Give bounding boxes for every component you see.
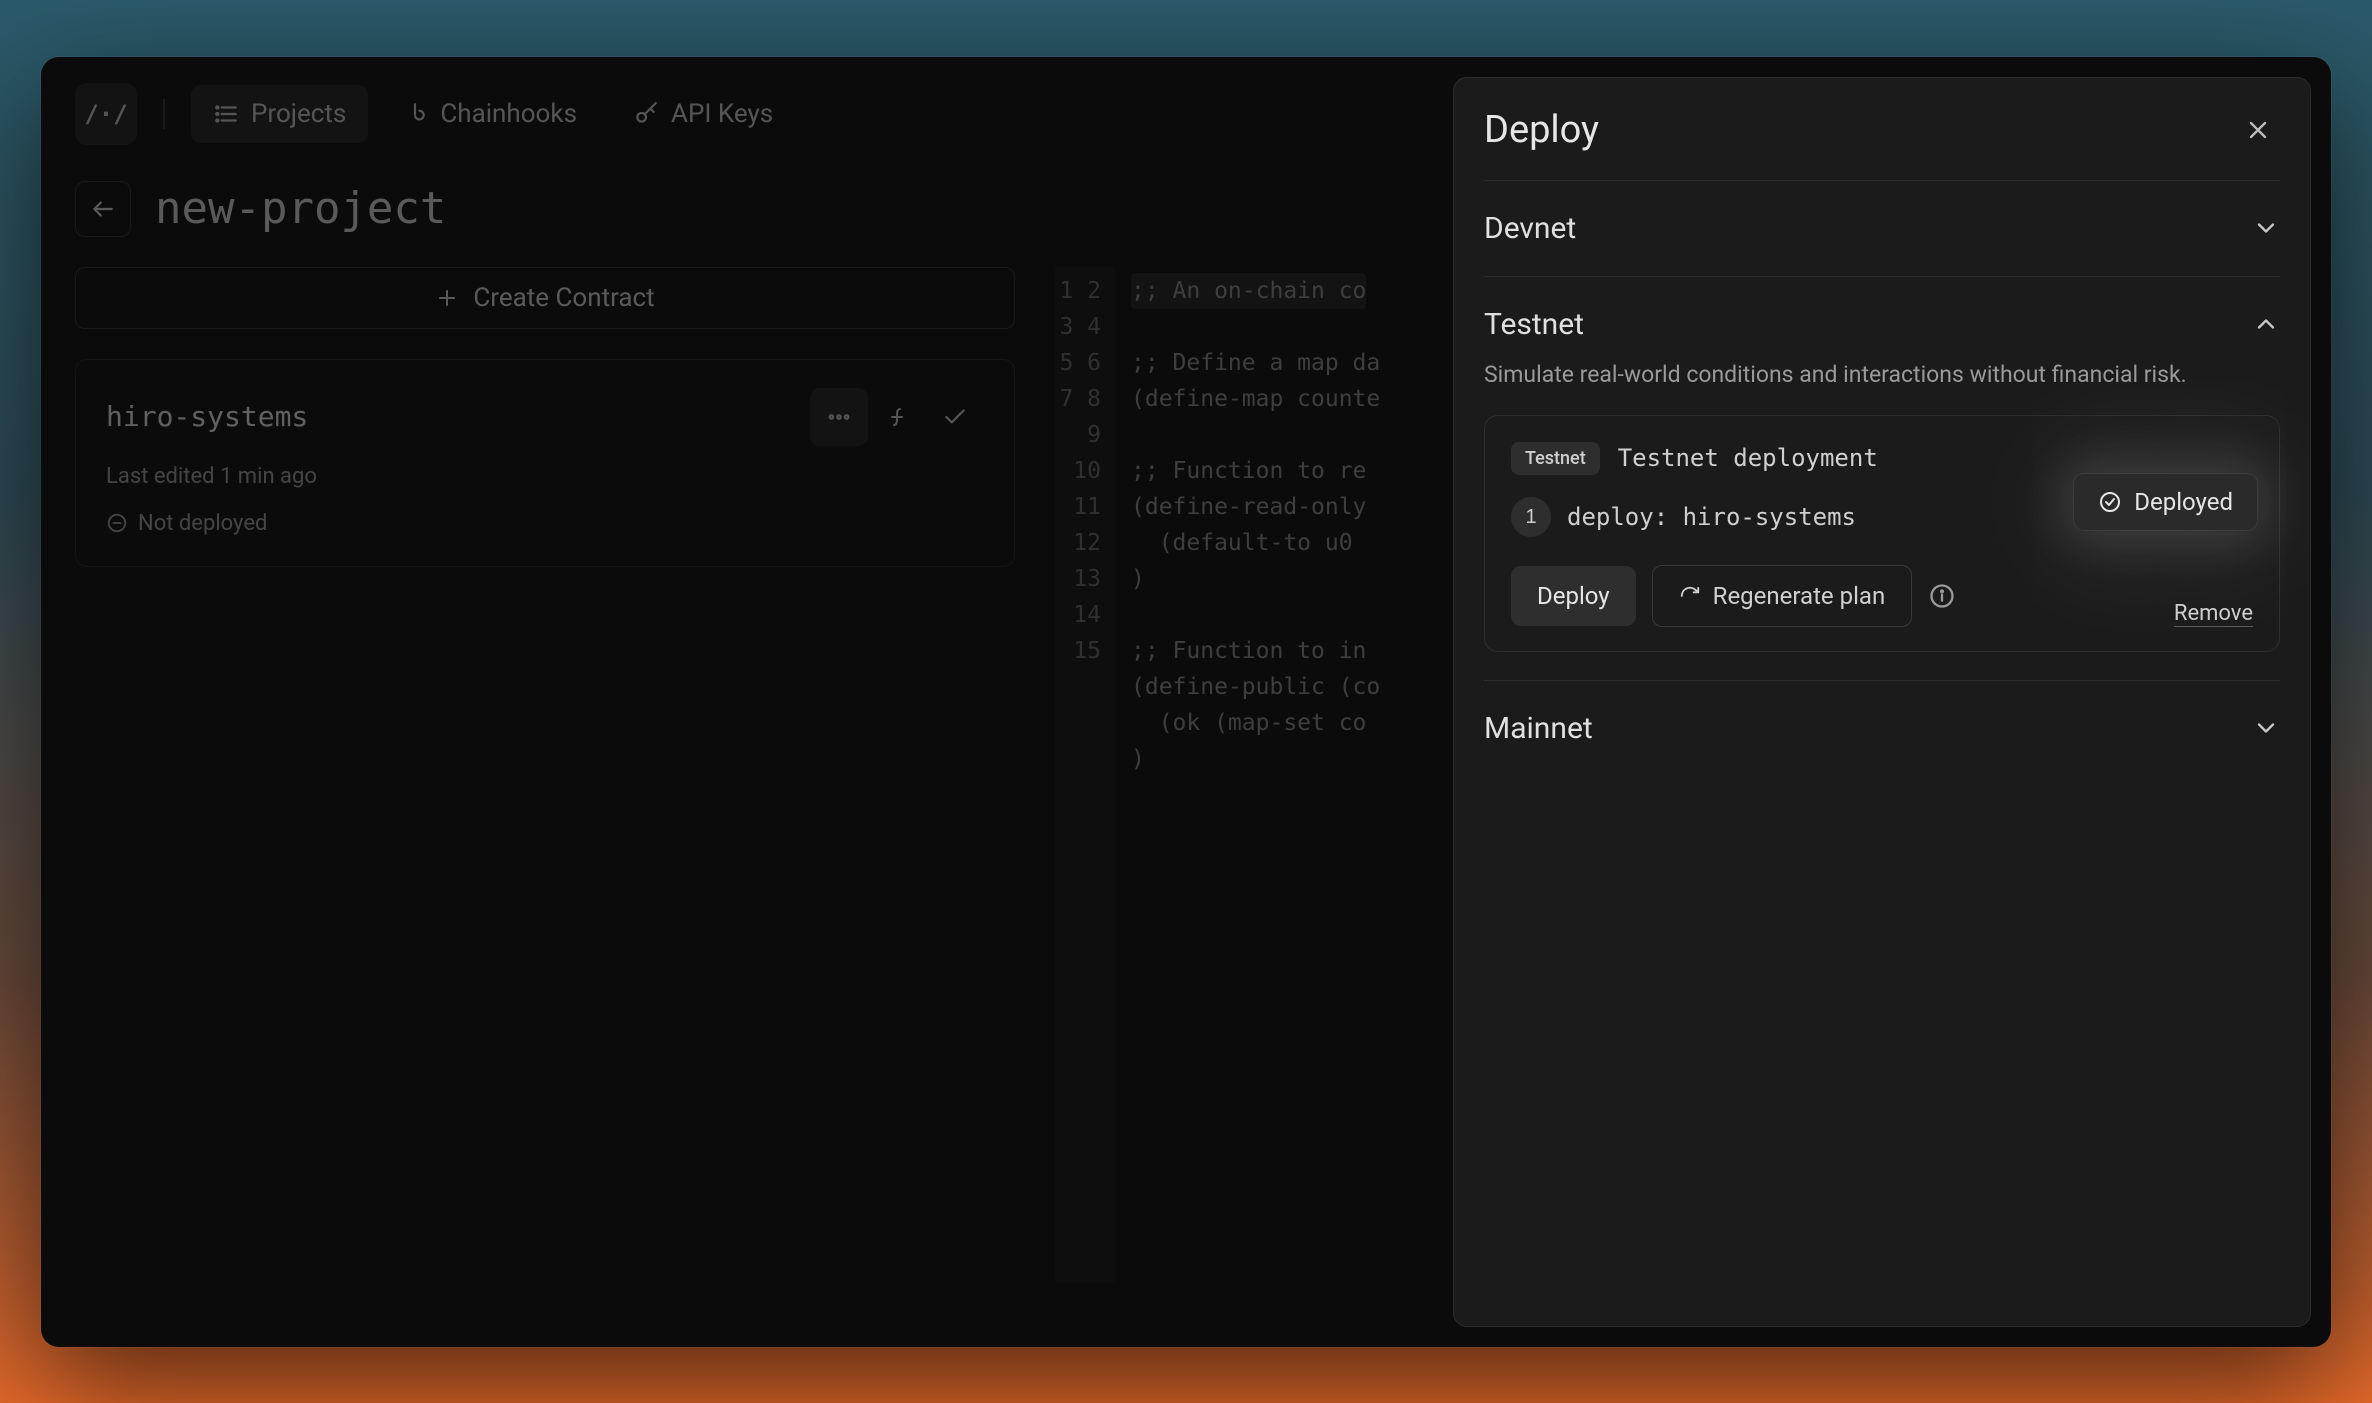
section-description: Simulate real-world conditions and inter…: [1484, 358, 2204, 391]
contract-last-edited: Last edited 1 min ago: [106, 464, 984, 489]
chevron-down-icon: [2252, 714, 2280, 742]
regenerate-plan-button[interactable]: Regenerate plan: [1652, 565, 1913, 627]
refresh-icon: [1679, 585, 1701, 607]
section-title: Devnet: [1484, 211, 1576, 246]
create-contract-button[interactable]: Create Contract: [75, 267, 1015, 329]
deployed-label: Deployed: [2134, 488, 2233, 516]
section-mainnet[interactable]: Mainnet: [1484, 709, 2280, 748]
info-icon[interactable]: [1928, 582, 1956, 610]
chevron-up-icon: [2252, 310, 2280, 338]
nav-item-label: Projects: [251, 99, 346, 129]
back-button[interactable]: [75, 181, 131, 237]
not-deployed-icon: [106, 512, 128, 534]
contract-name: hiro-systems: [106, 403, 810, 431]
create-contract-label: Create Contract: [473, 283, 654, 313]
contract-more-button[interactable]: [810, 388, 868, 446]
nav-item-projects[interactable]: Projects: [191, 85, 368, 143]
editor-gutter: 1 2 3 4 5 6 7 8 9 10 11 12 13 14 15: [1055, 267, 1115, 1283]
more-horizontal-icon: [826, 404, 852, 430]
nav-item-chainhooks[interactable]: Chainhooks: [380, 85, 599, 143]
contract-function-button[interactable]: [868, 388, 926, 446]
hook-icon: [402, 101, 428, 127]
check-circle-icon: [2098, 490, 2122, 514]
project-title: new-project: [155, 187, 446, 231]
step-label: deploy: hiro-systems: [1567, 505, 1856, 529]
section-title: Mainnet: [1484, 711, 1593, 746]
key-icon: [633, 101, 659, 127]
step-number: 1: [1511, 497, 1551, 537]
list-icon: [213, 101, 239, 127]
drawer-title: Deploy: [1484, 108, 1599, 152]
deploy-button-label: Deploy: [1537, 582, 1610, 610]
nav-item-label: API Keys: [671, 99, 773, 129]
chevron-down-icon: [2252, 214, 2280, 242]
section-testnet[interactable]: Testnet: [1484, 305, 2280, 344]
remove-button[interactable]: Remove: [2174, 601, 2253, 627]
deploy-drawer: Deploy Devnet Testnet Simulate real-worl…: [1453, 77, 2311, 1327]
contract-check-button[interactable]: [926, 388, 984, 446]
regenerate-label: Regenerate plan: [1713, 582, 1886, 610]
close-icon: [2244, 116, 2272, 144]
nav-item-label: Chainhooks: [440, 99, 577, 129]
contract-status: Not deployed: [138, 511, 267, 536]
plus-icon: [435, 286, 459, 310]
deployed-status-pill: Deployed: [2074, 474, 2257, 530]
arrow-left-icon: [90, 196, 116, 222]
deployment-card: Testnet Testnet deployment Deployed 1 de…: [1484, 415, 2280, 652]
check-icon: [942, 404, 968, 430]
function-icon: [885, 405, 909, 429]
contract-card[interactable]: hiro-systems Last edited 1 min ago Not d…: [75, 359, 1015, 567]
logo[interactable]: /·/: [75, 83, 137, 145]
nav-item-apikeys[interactable]: API Keys: [611, 85, 795, 143]
section-devnet[interactable]: Devnet: [1484, 209, 2280, 248]
network-badge: Testnet: [1511, 442, 1600, 475]
section-title: Testnet: [1484, 307, 1584, 342]
deploy-button[interactable]: Deploy: [1511, 566, 1636, 626]
nav-divider: [163, 99, 165, 129]
deployment-name: Testnet deployment: [1618, 446, 1878, 470]
drawer-close-button[interactable]: [2236, 108, 2280, 152]
